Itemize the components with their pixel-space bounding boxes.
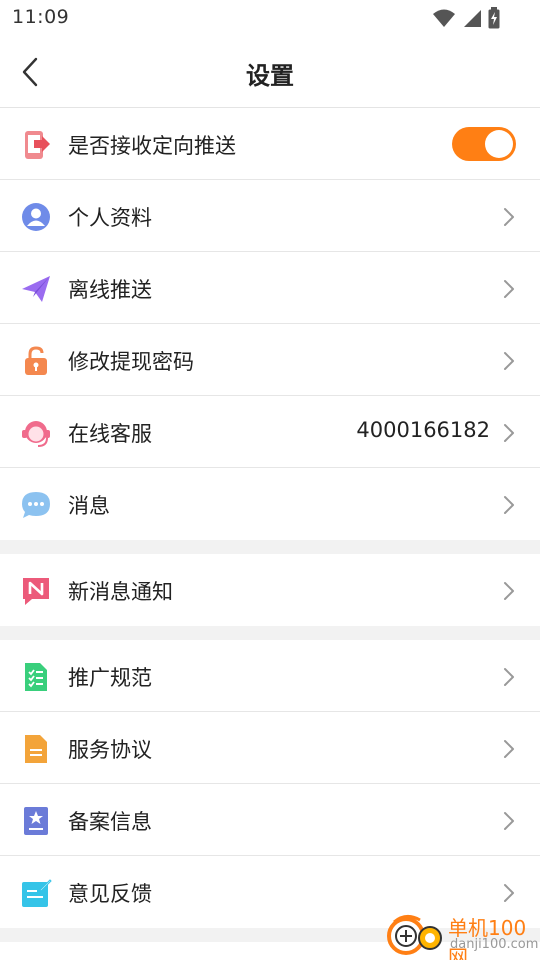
nav-bar: 设置 xyxy=(0,36,540,108)
chevron-right-icon xyxy=(504,812,514,830)
notification-n-icon xyxy=(23,578,49,605)
status-time: 11:09 xyxy=(12,6,70,28)
status-bar: 11:09 xyxy=(0,0,540,36)
document-icon xyxy=(25,735,47,763)
service-phone-number: 4000166182 xyxy=(356,418,490,442)
customer-service-icon xyxy=(22,421,50,447)
row-label: 个人资料 xyxy=(68,206,152,230)
row-label: 服务协议 xyxy=(68,738,152,762)
checklist-icon xyxy=(25,663,47,691)
toggle-knob xyxy=(485,130,513,158)
group-separator xyxy=(0,540,540,554)
site-watermark: 单机100网 danji100.com xyxy=(386,910,539,960)
battery-icon xyxy=(488,7,500,29)
row-change-withdraw-password[interactable]: 修改提现密码 xyxy=(0,324,540,396)
row-profile[interactable]: 个人资料 xyxy=(0,180,540,252)
directed-push-toggle[interactable] xyxy=(452,127,516,161)
feedback-edit-icon xyxy=(22,879,52,907)
row-service-agreement[interactable]: 服务协议 xyxy=(0,712,540,784)
unlock-icon xyxy=(25,346,47,375)
chevron-right-icon xyxy=(504,496,514,514)
page-title: 设置 xyxy=(246,62,294,90)
chevron-right-icon xyxy=(504,208,514,226)
row-label: 修改提现密码 xyxy=(68,350,194,374)
row-label: 推广规范 xyxy=(68,666,152,690)
chevron-right-icon xyxy=(504,582,514,600)
signal-icon xyxy=(464,10,481,27)
profile-icon xyxy=(22,203,50,231)
row-label: 离线推送 xyxy=(68,278,152,302)
row-label: 是否接收定向推送 xyxy=(68,134,236,158)
row-label: 在线客服 xyxy=(68,422,152,446)
row-new-message-notification[interactable]: 新消息通知 xyxy=(0,554,540,626)
group-separator xyxy=(0,626,540,640)
settings-list: 是否接收定向推送 个人资料 离线推送 修改提现密码 在线客服 400016618… xyxy=(0,108,540,942)
status-icons xyxy=(432,7,500,29)
row-record-info[interactable]: 备案信息 xyxy=(0,784,540,856)
chevron-right-icon xyxy=(504,280,514,298)
chat-bubble-icon xyxy=(22,492,50,518)
chevron-right-icon xyxy=(504,352,514,370)
row-label: 新消息通知 xyxy=(68,580,173,604)
row-promotion-rules[interactable]: 推广规范 xyxy=(0,640,540,712)
watermark-site-name: 单机100网 xyxy=(448,916,527,960)
chevron-right-icon xyxy=(504,740,514,758)
watermark-url: danji100.com xyxy=(450,937,539,952)
record-info-icon xyxy=(24,807,48,835)
row-label: 备案信息 xyxy=(68,810,152,834)
row-messages[interactable]: 消息 xyxy=(0,468,540,540)
chevron-right-icon xyxy=(504,668,514,686)
row-label: 意见反馈 xyxy=(68,882,152,906)
row-directed-push: 是否接收定向推送 xyxy=(0,108,540,180)
chevron-right-icon xyxy=(504,884,514,902)
row-label: 消息 xyxy=(68,494,110,518)
wifi-icon xyxy=(433,9,455,27)
push-phone-icon xyxy=(25,131,50,159)
paper-plane-icon xyxy=(22,276,50,302)
chevron-right-icon xyxy=(504,424,514,442)
watermark-logo-icon xyxy=(387,915,442,955)
row-online-service[interactable]: 在线客服 4000166182 xyxy=(0,396,540,468)
row-offline-push[interactable]: 离线推送 xyxy=(0,252,540,324)
